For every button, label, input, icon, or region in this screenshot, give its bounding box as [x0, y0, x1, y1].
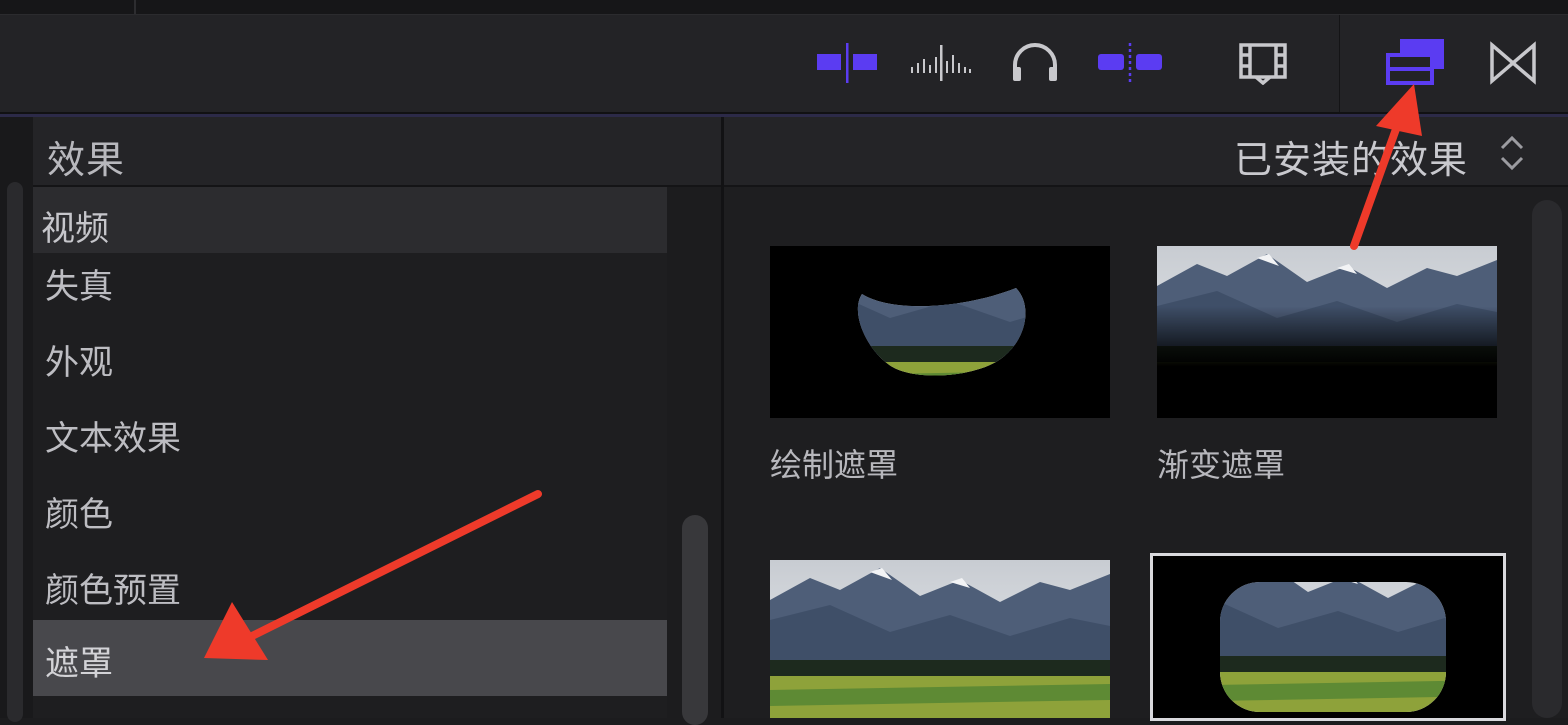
category-label: 遮罩	[45, 644, 113, 684]
effect-thumbnail-draw-mask[interactable]	[770, 246, 1110, 418]
category-list-scrollbar[interactable]	[682, 515, 708, 725]
installed-effects-filter[interactable]: 已安装的效果	[1234, 129, 1468, 184]
clip-appearance-filmstrip-icon[interactable]	[1236, 41, 1290, 85]
audio-skimming-icon[interactable]	[908, 41, 974, 85]
top-strip	[0, 0, 1568, 15]
effect-label: 绘制遮罩	[770, 446, 899, 484]
left-scroll-gutter	[0, 117, 33, 722]
category-item-text-effects[interactable]: 文本效果	[33, 395, 667, 471]
category-item-stylize[interactable]: 外观	[33, 319, 667, 395]
timeline-toolbar	[0, 15, 1568, 114]
effect-thumbnail-image-mask[interactable]	[770, 560, 1110, 718]
category-item-masks[interactable]: 遮罩	[33, 620, 667, 696]
effects-browser-header: 已安装的效果	[724, 117, 1568, 187]
effects-title: 效果	[47, 138, 126, 182]
category-item-color[interactable]: 颜色	[33, 471, 667, 547]
effect-label: 渐变遮罩	[1157, 446, 1286, 484]
effects-category-list: 视频 失真 外观 文本效果 颜色 颜色预置 遮罩	[33, 187, 667, 718]
effect-thumbnail-vignette-mask[interactable]	[1150, 553, 1506, 721]
effects-browser-icon[interactable]	[1382, 39, 1448, 85]
category-item-color-presets[interactable]: 颜色预置	[33, 547, 667, 623]
category-label: 文本效果	[45, 419, 181, 459]
category-label: 颜色预置	[45, 571, 181, 611]
solo-headphones-icon[interactable]	[1008, 41, 1062, 85]
effects-sidebar-header: 效果	[33, 117, 721, 187]
left-scrollbar[interactable]	[7, 182, 23, 722]
category-label: 失真	[45, 267, 113, 307]
category-label: 颜色	[45, 495, 113, 535]
transitions-browser-icon[interactable]	[1486, 41, 1540, 85]
chevron-updown-icon[interactable]	[1498, 133, 1526, 173]
category-item-distortion[interactable]: 失真	[33, 243, 667, 319]
category-label: 外观	[45, 343, 113, 383]
clip-skimming-icon[interactable]	[1096, 41, 1164, 85]
browser-scrollbar[interactable]	[1532, 200, 1562, 718]
category-list-scrolltrack	[667, 187, 721, 725]
effect-thumbnail-gradient-mask[interactable]	[1157, 246, 1497, 418]
snapping-icon[interactable]	[814, 41, 880, 85]
